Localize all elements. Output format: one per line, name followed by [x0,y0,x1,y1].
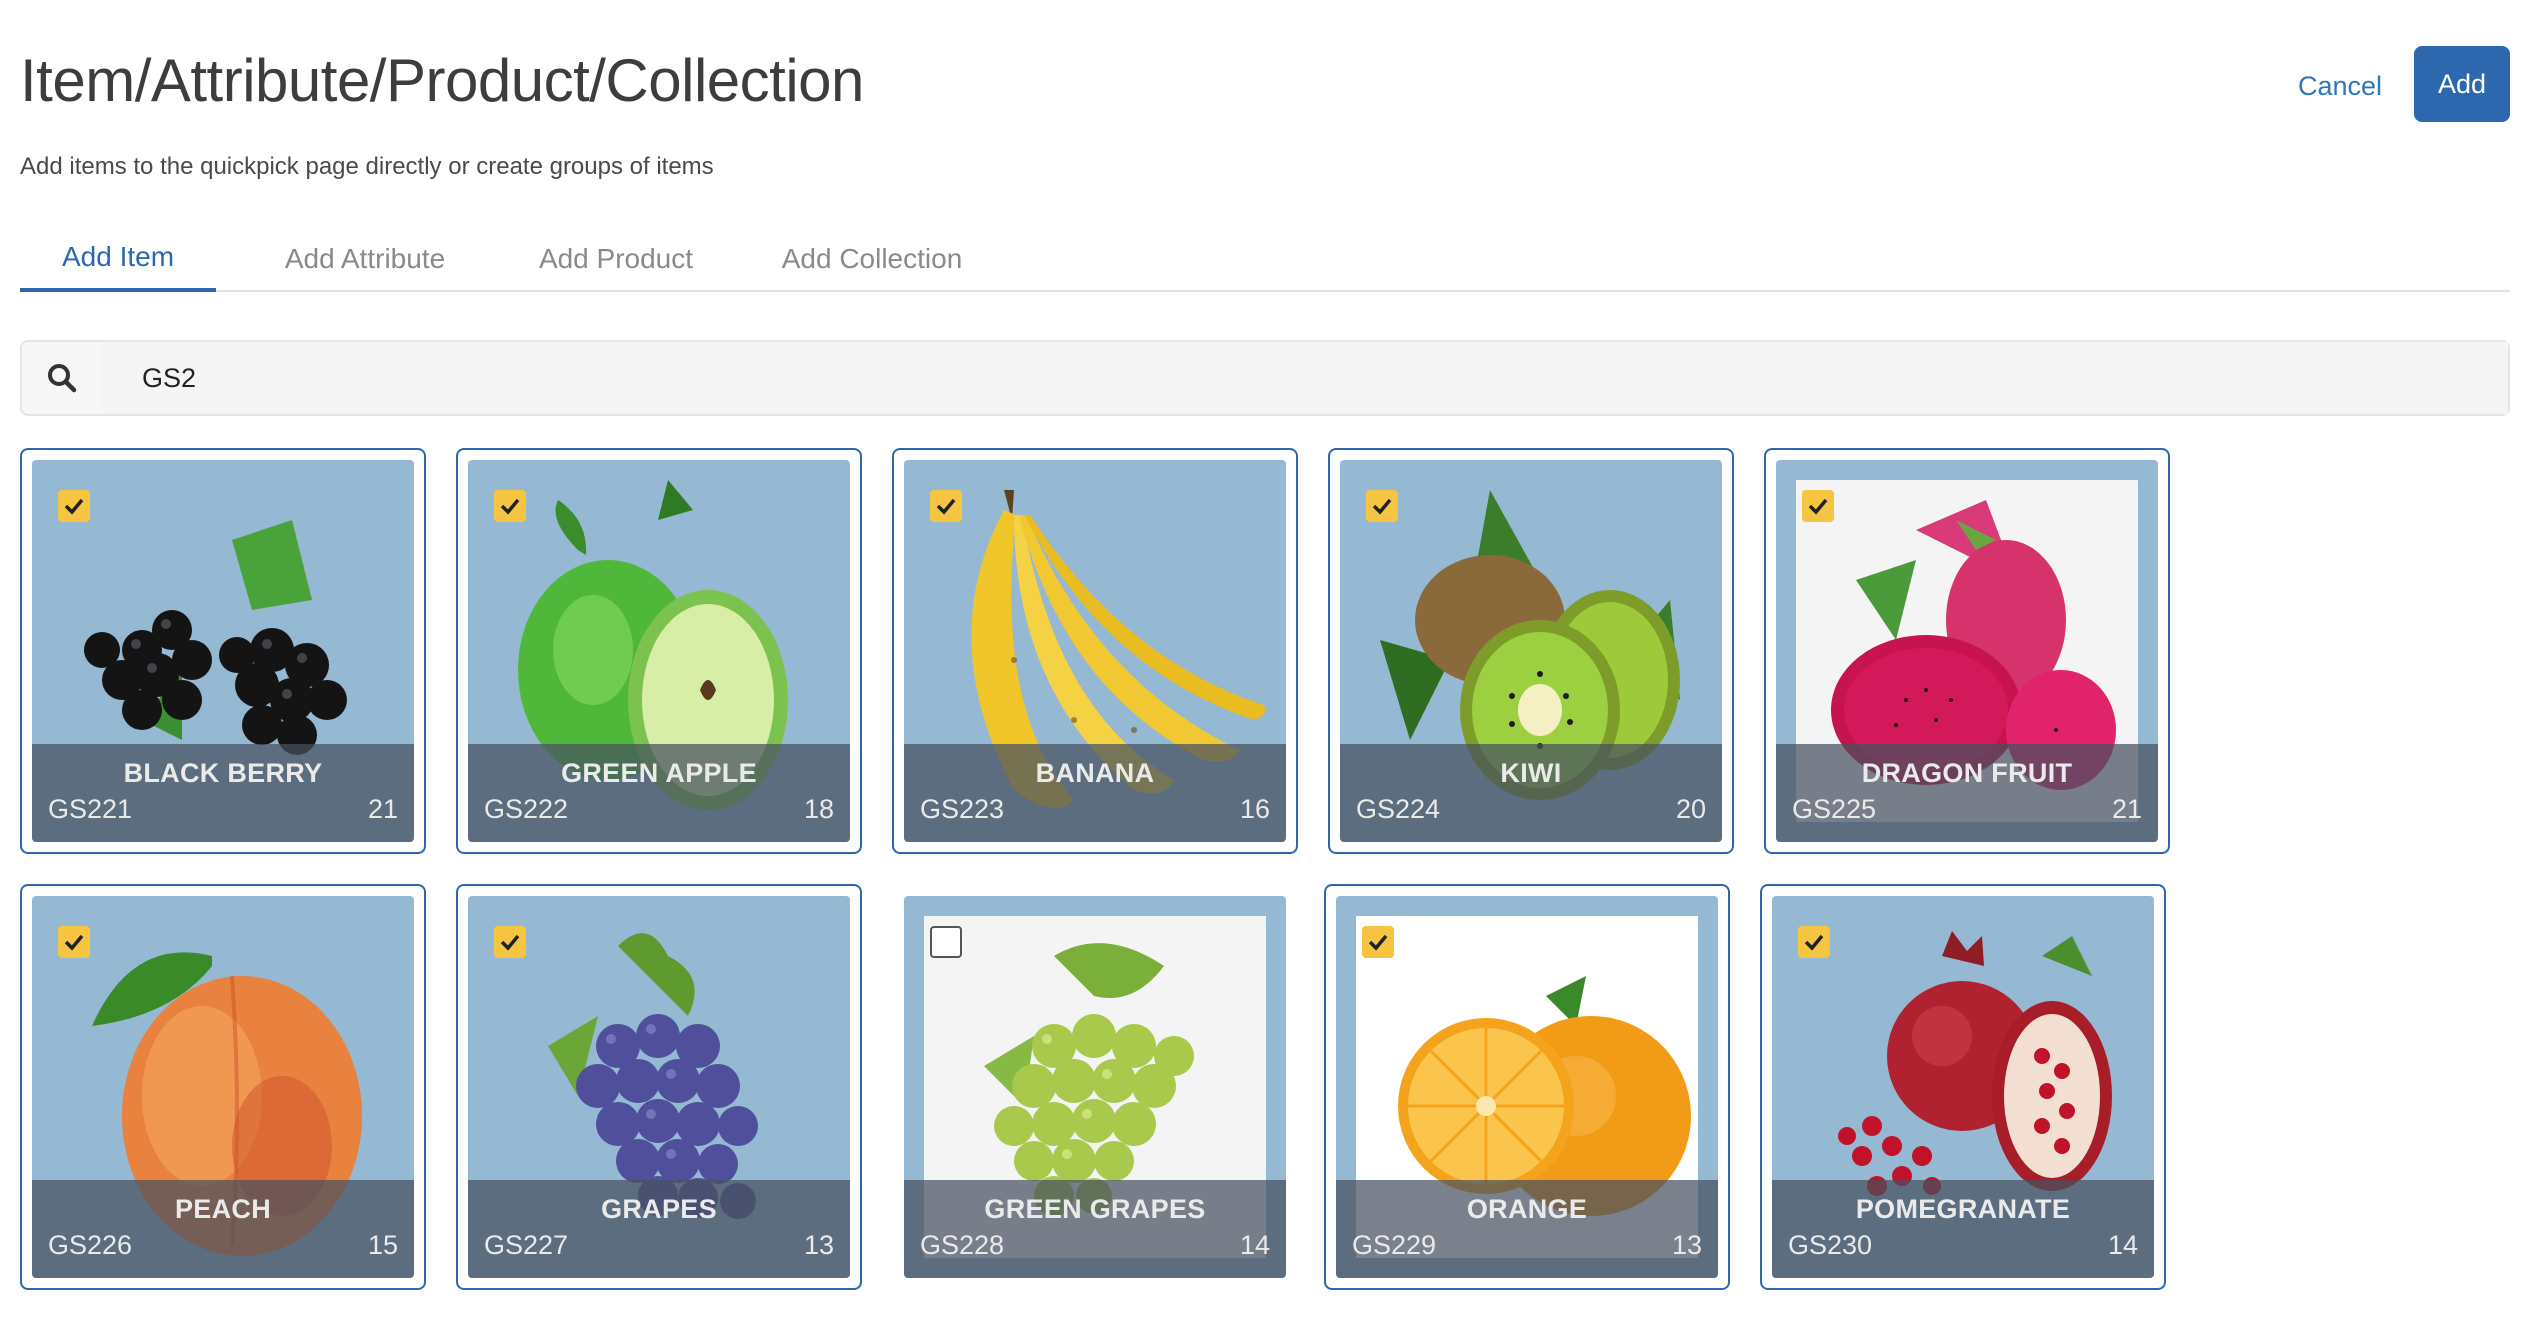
item-info-overlay: PEACH GS226 15 [32,1180,414,1278]
item-code: GS223 [920,794,1005,824]
item-name: KIWI [1500,758,1562,788]
item-name: GREEN GRAPES [984,1194,1206,1224]
item-card-dragon-fruit[interactable]: DRAGON FRUIT GS225 21 [1764,448,2170,854]
item-count: 16 [1239,794,1270,824]
page-title: Item/Attribute/Product/Collection [20,47,864,114]
tab-add-collection[interactable]: Add Collection [748,226,996,292]
checkbox-checked[interactable] [1362,926,1394,958]
item-tile: DRAGON FRUIT GS225 21 [1776,460,2158,842]
search-input[interactable] [102,342,2508,414]
item-tile: BLACK BERRY GS221 21 [32,460,414,842]
item-card-black-berry[interactable]: BLACK BERRY GS221 21 [20,448,426,854]
item-tile: BANANA GS223 16 [904,460,1286,842]
tab-bar: Add Item Add Attribute Add Product Add C… [20,226,2510,292]
search-bar [20,340,2510,416]
checkbox-checked[interactable] [494,490,526,522]
item-count: 20 [1675,794,1706,824]
tab-add-attribute[interactable]: Add Attribute [248,226,482,292]
item-info-overlay: BLACK BERRY GS221 21 [32,744,414,842]
item-count: 13 [803,1230,834,1260]
item-tile: PEACH GS226 15 [32,896,414,1278]
item-name: PEACH [174,1194,271,1224]
checkbox-checked[interactable] [1802,490,1834,522]
item-tile: KIWI GS224 20 [1340,460,1722,842]
item-tile: GREEN GRAPES GS228 14 [904,896,1286,1278]
item-code: GS227 [484,1230,569,1260]
item-name: ORANGE [1466,1194,1588,1224]
checkbox-checked[interactable] [1798,926,1830,958]
item-code: GS230 [1788,1230,1873,1260]
checkbox-unchecked[interactable] [930,926,962,958]
item-count: 14 [1239,1230,1270,1260]
item-code: GS225 [1792,794,1877,824]
item-tile: GREEN APPLE GS222 18 [468,460,850,842]
item-info-overlay: GREEN GRAPES GS228 14 [904,1180,1286,1278]
item-card-orange[interactable]: ORANGE GS229 13 [1324,884,1730,1290]
item-name: DRAGON FRUIT [1861,758,2073,788]
item-name: BLACK BERRY [123,758,323,788]
checkbox-checked[interactable] [58,926,90,958]
item-name: BANANA [1035,758,1155,788]
item-card-green-grapes[interactable]: GREEN GRAPES GS228 14 [892,884,1298,1290]
item-code: GS228 [920,1230,1005,1260]
item-count: 21 [2111,794,2142,824]
item-code: GS222 [484,794,569,824]
item-count: 21 [367,794,398,824]
add-button[interactable]: Add [2414,46,2510,122]
cancel-button[interactable]: Cancel [2270,48,2410,124]
page: Item/Attribute/Product/Collection Add it… [0,0,2522,1318]
item-info-overlay: BANANA GS223 16 [904,744,1286,842]
item-code: GS226 [48,1230,133,1260]
item-info-overlay: DRAGON FRUIT GS225 21 [1776,744,2158,842]
page-subtitle: Add items to the quickpick page directly… [20,153,714,180]
checkbox-checked[interactable] [1366,490,1398,522]
item-card-grapes[interactable]: GRAPES GS227 13 [456,884,862,1290]
item-info-overlay: KIWI GS224 20 [1340,744,1722,842]
item-info-overlay: GRAPES GS227 13 [468,1180,850,1278]
item-info-overlay: ORANGE GS229 13 [1336,1180,1718,1278]
item-card-banana[interactable]: BANANA GS223 16 [892,448,1298,854]
item-count: 15 [367,1230,398,1260]
item-name: POMEGRANATE [1855,1194,2071,1224]
item-card-pomegranate[interactable]: POMEGRANATE GS230 14 [1760,884,2166,1290]
item-count: 14 [2107,1230,2138,1260]
checkbox-checked[interactable] [494,926,526,958]
item-name: GREEN APPLE [561,758,757,788]
item-card-green-apple[interactable]: GREEN APPLE GS222 18 [456,448,862,854]
item-code: GS229 [1352,1230,1437,1260]
item-count: 13 [1671,1230,1702,1260]
search-icon[interactable] [22,342,102,414]
checkbox-checked[interactable] [930,490,962,522]
item-name: GRAPES [601,1194,717,1224]
item-tile: ORANGE GS229 13 [1336,896,1718,1278]
item-info-overlay: GREEN APPLE GS222 18 [468,744,850,842]
item-code: GS221 [48,794,133,824]
item-card-peach[interactable]: PEACH GS226 15 [20,884,426,1290]
item-card-kiwi[interactable]: KIWI GS224 20 [1328,448,1734,854]
item-code: GS224 [1356,794,1441,824]
item-info-overlay: POMEGRANATE GS230 14 [1772,1180,2154,1278]
item-tile: GRAPES GS227 13 [468,896,850,1278]
checkbox-checked[interactable] [58,490,90,522]
tab-add-item[interactable]: Add Item [20,226,216,292]
tab-add-product[interactable]: Add Product [506,226,726,292]
item-count: 18 [803,794,834,824]
item-tile: POMEGRANATE GS230 14 [1772,896,2154,1278]
